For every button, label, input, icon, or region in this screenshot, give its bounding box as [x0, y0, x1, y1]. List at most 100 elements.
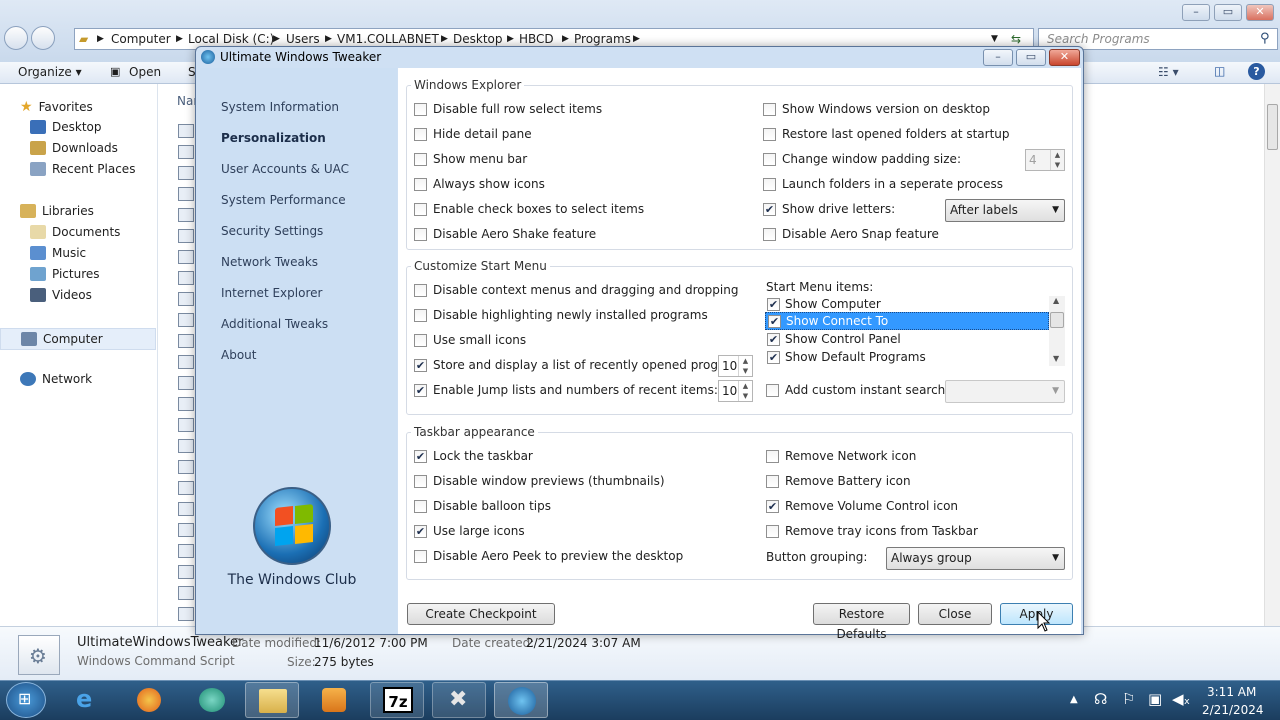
checkbox-full-row-select[interactable]: Disable full row select items [414, 102, 602, 116]
checkbox-box[interactable] [763, 227, 776, 241]
tray-time[interactable]: 3:11 AM [1207, 685, 1256, 699]
checkbox-box[interactable]: ✔ [414, 449, 427, 463]
nav-user-accounts[interactable]: User Accounts & UAC [221, 162, 349, 176]
taskbar-ultimate-windows-tweaker[interactable] [494, 682, 548, 718]
explorer-close-button[interactable]: ✕ [1246, 4, 1274, 21]
checkbox-box[interactable]: ✔ [766, 499, 779, 513]
checkbox-box[interactable]: ✔ [767, 350, 780, 364]
checkbox-box[interactable]: ✔ [414, 383, 427, 397]
checkbox-disable-context-menus[interactable]: Disable context menus and dragging and d… [414, 283, 738, 297]
file-icon[interactable] [178, 523, 194, 537]
file-icon[interactable] [178, 460, 194, 474]
scrollbar-thumb[interactable] [1267, 104, 1278, 150]
dialog-close-button[interactable]: ✕ [1049, 49, 1080, 66]
start-button[interactable]: ⊞ [6, 682, 46, 718]
checkbox-box[interactable] [414, 102, 427, 116]
file-icon[interactable] [178, 334, 194, 348]
dialog-minimize-button[interactable]: – [983, 49, 1013, 66]
tray-date[interactable]: 2/21/2024 [1202, 703, 1264, 717]
checkbox-disable-aero-peek[interactable]: Disable Aero Peek to preview the desktop [414, 549, 683, 563]
checkbox-box[interactable] [766, 474, 779, 488]
nav-internet-explorer[interactable]: Internet Explorer [221, 286, 322, 300]
checkbox-box[interactable] [414, 549, 427, 563]
file-icon[interactable] [178, 229, 194, 243]
checkbox-disable-balloon-tips[interactable]: Disable balloon tips [414, 499, 551, 513]
file-icon[interactable] [178, 586, 194, 600]
file-icon[interactable] [178, 481, 194, 495]
file-icon[interactable] [178, 544, 194, 558]
sidebar-item-music[interactable]: Music [30, 246, 86, 260]
taskbar-internet-explorer[interactable]: e [62, 682, 116, 718]
checkbox-disable-highlighting[interactable]: Disable highlighting newly installed pro… [414, 308, 708, 322]
checkbox-box[interactable] [766, 524, 779, 538]
checkbox-enable-check-boxes[interactable]: Enable check boxes to select items [414, 202, 644, 216]
file-icon[interactable] [178, 565, 194, 579]
checkbox-box[interactable] [763, 127, 776, 141]
checkbox-remove-network-icon[interactable]: Remove Network icon [766, 449, 916, 463]
list-item[interactable]: ✔ Show Control Panel [765, 330, 1049, 348]
sidebar-item-documents[interactable]: Documents [30, 225, 120, 239]
file-icon[interactable] [178, 166, 194, 180]
nav-about[interactable]: About [221, 348, 256, 362]
checkbox-always-show-icons[interactable]: Always show icons [414, 177, 545, 191]
padding-size-stepper[interactable]: 4 ▲ ▼ [1025, 149, 1065, 171]
sidebar-item-recent-places[interactable]: Recent Places [30, 162, 135, 176]
file-icon[interactable] [178, 292, 194, 306]
checkbox-recent-programs[interactable]: ✔ Store and display a list of recently op… [414, 358, 752, 372]
checkbox-box[interactable]: ✔ [767, 332, 780, 346]
spin-arrows-icon[interactable]: ▲ ▼ [738, 356, 752, 376]
scroll-up-icon[interactable]: ▲ [1053, 296, 1059, 305]
nav-network-tweaks[interactable]: Network Tweaks [221, 255, 318, 269]
file-icon[interactable] [178, 376, 194, 390]
checkbox-separate-process[interactable]: Launch folders in a seperate process [763, 177, 1003, 191]
dialog-maximize-button[interactable]: ▭ [1016, 49, 1046, 66]
checkbox-show-windows-version[interactable]: Show Windows version on desktop [763, 102, 990, 116]
views-icon[interactable]: ☷ ▾ [1158, 65, 1179, 79]
file-icon[interactable] [178, 607, 194, 621]
checkbox-show-drive-letters[interactable]: ✔ Show drive letters: [763, 202, 895, 216]
taskbar-tools[interactable]: ✖ [432, 682, 486, 718]
checkbox-disable-aero-snap[interactable]: Disable Aero Snap feature [763, 227, 939, 241]
checkbox-box[interactable] [414, 283, 427, 297]
forward-button[interactable] [31, 26, 55, 50]
custom-search-select[interactable]: ▼ [945, 380, 1065, 403]
show-hidden-icons-icon[interactable]: ▲ [1070, 694, 1078, 705]
checkbox-window-padding[interactable]: Change window padding size: [763, 152, 961, 166]
file-icon[interactable] [178, 502, 194, 516]
tray-app-icon[interactable]: ☊ [1094, 690, 1107, 708]
checkbox-box[interactable] [766, 449, 779, 463]
sidebar-item-favorites[interactable]: ★ Favorites [20, 99, 93, 115]
explorer-scrollbar[interactable] [1264, 84, 1280, 626]
scroll-down-icon[interactable]: ▼ [1053, 354, 1059, 363]
file-icon[interactable] [178, 124, 194, 138]
file-icon[interactable] [178, 397, 194, 411]
organize-button[interactable]: Organize ▾ [18, 65, 82, 79]
checkbox-hide-detail-pane[interactable]: Hide detail pane [414, 127, 532, 141]
open-button[interactable]: Open [129, 65, 161, 79]
nav-additional-tweaks[interactable]: Additional Tweaks [221, 317, 328, 331]
nav-system-information[interactable]: System Information [221, 100, 339, 114]
spin-arrows-icon[interactable]: ▲ ▼ [1050, 150, 1064, 170]
file-icon[interactable] [178, 355, 194, 369]
explorer-minimize-button[interactable]: – [1182, 4, 1210, 21]
network-tray-icon[interactable]: ▣ [1148, 690, 1162, 708]
taskbar-7zip[interactable]: 7z [370, 682, 424, 718]
drive-letters-select[interactable]: After labels ▼ [945, 199, 1065, 222]
file-icon[interactable] [178, 439, 194, 453]
list-item[interactable]: ✔ Show Connect To [765, 312, 1049, 330]
file-icon[interactable] [178, 187, 194, 201]
jump-items-stepper[interactable]: 10 ▲ ▼ [718, 380, 753, 402]
restore-defaults-button[interactable]: Restore Defaults [813, 603, 910, 641]
nav-system-performance[interactable]: System Performance [221, 193, 346, 207]
taskbar-media-player[interactable] [307, 682, 361, 718]
nav-security-settings[interactable]: Security Settings [221, 224, 323, 238]
checkbox-box[interactable] [766, 383, 779, 397]
checkbox-remove-battery-icon[interactable]: Remove Battery icon [766, 474, 911, 488]
preview-pane-icon[interactable]: ◫ [1214, 64, 1225, 78]
start-menu-items-list[interactable]: ✔ Show Computer ✔ Show Connect To ✔ Show Co… [765, 295, 1065, 365]
create-checkpoint-button[interactable]: Create Checkpoint [407, 603, 555, 625]
volume-muted-icon[interactable]: ◀ₓ [1172, 690, 1190, 708]
checkbox-disable-previews[interactable]: Disable window previews (thumbnails) [414, 474, 665, 488]
sidebar-item-videos[interactable]: Videos [30, 288, 92, 302]
checkbox-box[interactable] [414, 474, 427, 488]
